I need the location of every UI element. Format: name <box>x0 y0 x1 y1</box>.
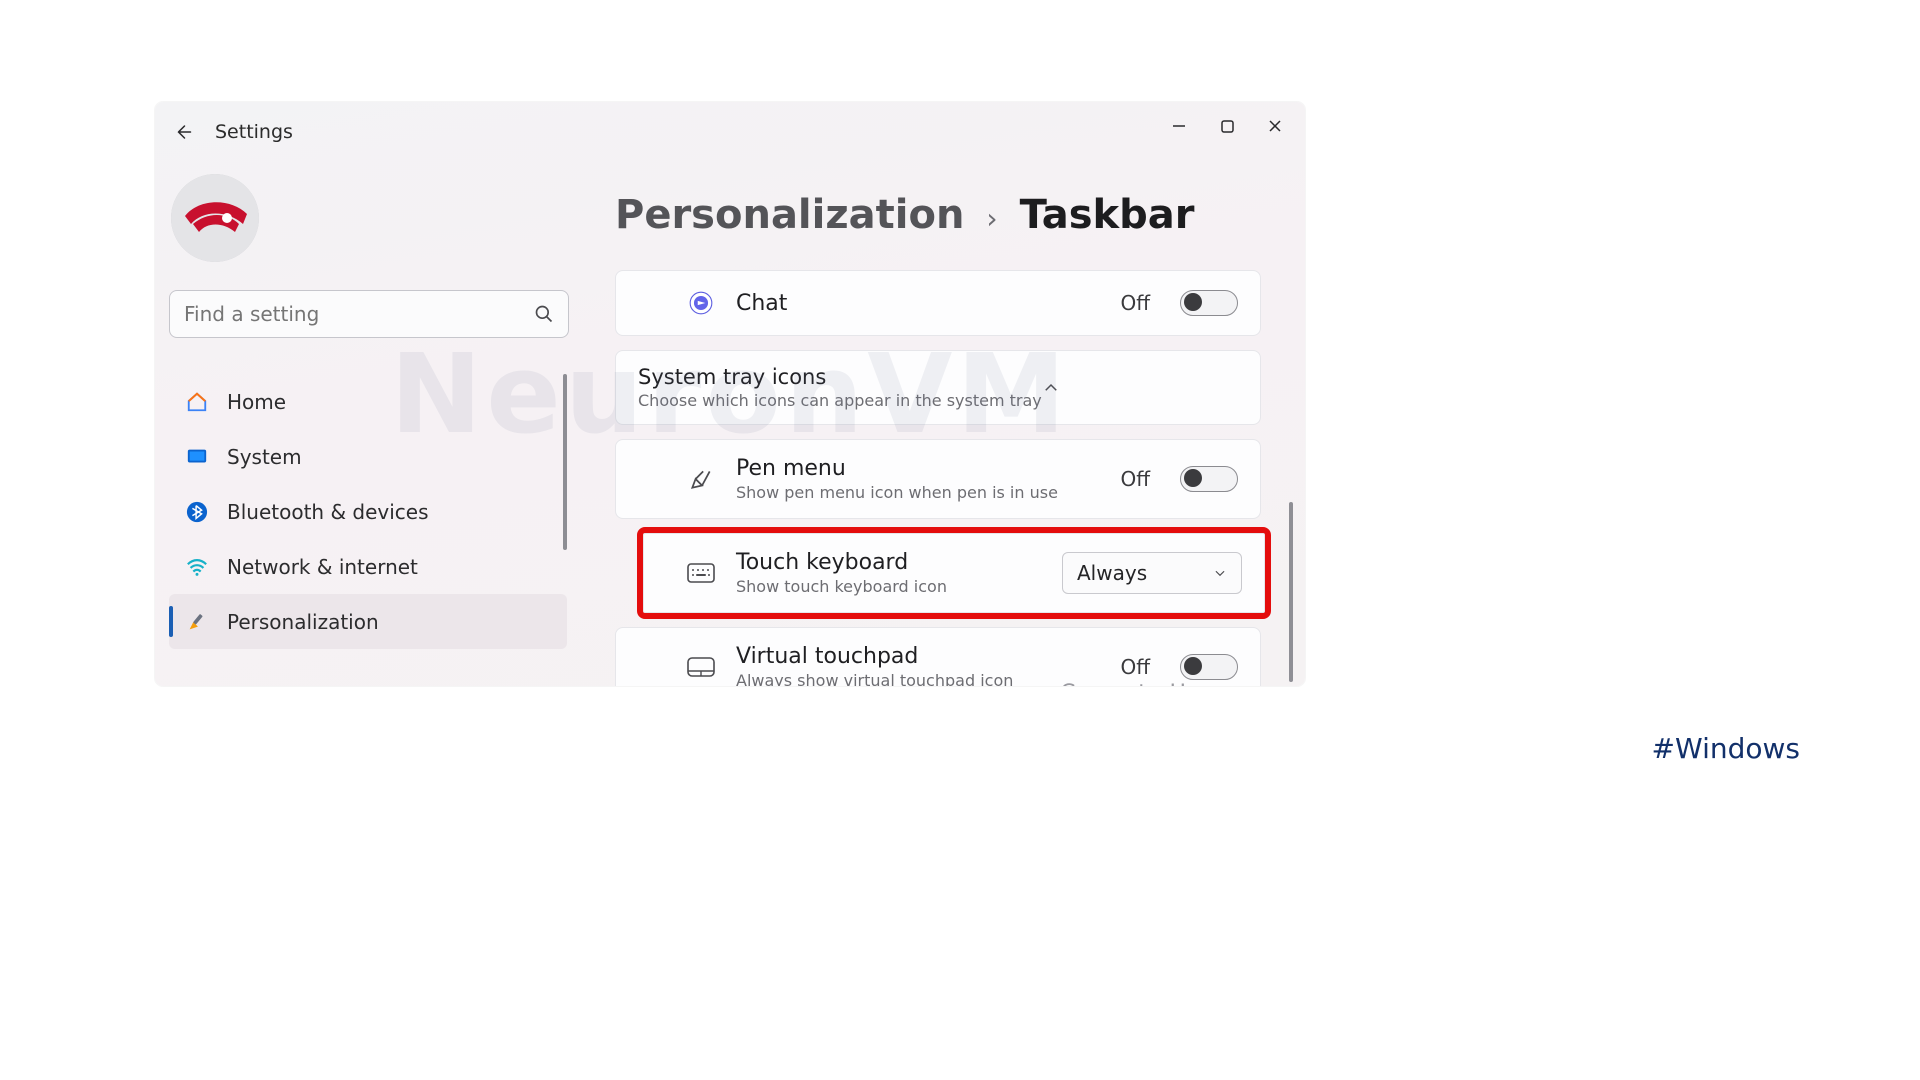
close-icon <box>1268 119 1282 133</box>
hashtag-label: #Windows <box>1652 732 1800 765</box>
sidebar-item-label: Personalization <box>227 610 379 634</box>
nav-scrollbar[interactable] <box>563 374 567 550</box>
titlebar: Settings <box>155 102 1305 162</box>
touchpad-icon <box>686 652 716 682</box>
touchpad-toggle[interactable] <box>1180 654 1238 680</box>
sidebar-item-label: System <box>227 445 302 469</box>
sidebar-item-personalization[interactable]: Personalization <box>169 594 567 649</box>
maximize-icon <box>1221 120 1234 133</box>
setting-row-virtual-touchpad: Virtual touchpad Always show virtual tou… <box>615 627 1261 686</box>
wifi-icon <box>185 555 209 579</box>
search-input-wrapper[interactable] <box>169 290 569 338</box>
sidebar-item-home[interactable]: Home <box>169 374 567 429</box>
sidebar-item-label: Bluetooth & devices <box>227 500 429 524</box>
sidebar: Home System Bluetooth & devices Network … <box>169 174 581 649</box>
maximize-button[interactable] <box>1203 108 1251 144</box>
setting-title: Virtual touchpad <box>736 644 1013 669</box>
nav: Home System Bluetooth & devices Network … <box>169 374 567 649</box>
back-button[interactable] <box>169 118 197 146</box>
search-input[interactable] <box>184 302 534 326</box>
arrow-left-icon <box>174 123 192 141</box>
sidebar-item-label: Home <box>227 390 286 414</box>
setting-title: Touch keyboard <box>736 550 947 575</box>
toggle-state-label: Off <box>1120 655 1150 679</box>
minimize-icon <box>1172 119 1186 133</box>
sidebar-item-label: Network & internet <box>227 555 418 579</box>
avatar-image <box>171 174 259 262</box>
chevron-up-icon <box>1042 379 1060 397</box>
keyboard-icon <box>686 558 716 588</box>
chevron-right-icon: › <box>986 202 997 235</box>
dropdown-value: Always <box>1077 561 1147 585</box>
close-button[interactable] <box>1251 108 1299 144</box>
minimize-button[interactable] <box>1155 108 1203 144</box>
bluetooth-icon <box>185 500 209 524</box>
breadcrumb-current: Taskbar <box>1020 192 1195 238</box>
main-content: Personalization › Taskbar Chat Off Syste… <box>615 192 1295 686</box>
section-system-tray[interactable]: System tray icons Choose which icons can… <box>615 350 1261 425</box>
main-scrollbar[interactable] <box>1289 502 1293 682</box>
avatar[interactable] <box>171 174 259 262</box>
pen-icon <box>686 464 716 494</box>
setting-row-chat: Chat Off <box>615 270 1261 336</box>
settings-window: NeuronVM Settings <box>155 102 1305 686</box>
paintbrush-icon <box>185 610 209 634</box>
home-icon <box>185 390 209 414</box>
window-title: Settings <box>215 121 293 143</box>
toggle-state-label: Off <box>1120 467 1150 491</box>
attribution: ComputerHope.com <box>1060 681 1281 686</box>
chat-icon <box>686 288 716 318</box>
pen-menu-toggle[interactable] <box>1180 466 1238 492</box>
setting-row-pen-menu: Pen menu Show pen menu icon when pen is … <box>615 439 1261 519</box>
breadcrumb: Personalization › Taskbar <box>615 192 1295 238</box>
breadcrumb-parent[interactable]: Personalization <box>615 192 964 238</box>
setting-desc: Show pen menu icon when pen is in use <box>736 483 1058 502</box>
touch-keyboard-dropdown[interactable]: Always <box>1062 552 1242 594</box>
setting-title: Chat <box>736 291 787 316</box>
section-title: System tray icons <box>638 365 1042 389</box>
setting-desc: Always show virtual touchpad icon <box>736 671 1013 686</box>
sidebar-item-bluetooth[interactable]: Bluetooth & devices <box>169 484 567 539</box>
section-desc: Choose which icons can appear in the sys… <box>638 391 1042 410</box>
chat-toggle[interactable] <box>1180 290 1238 316</box>
setting-desc: Show touch keyboard icon <box>736 577 947 596</box>
system-icon <box>185 445 209 469</box>
search-icon <box>534 304 554 324</box>
sidebar-item-network[interactable]: Network & internet <box>169 539 567 594</box>
chevron-down-icon <box>1213 566 1227 580</box>
window-controls <box>1155 108 1299 144</box>
setting-row-touch-keyboard: Touch keyboard Show touch keyboard icon … <box>643 533 1265 613</box>
toggle-state-label: Off <box>1120 291 1150 315</box>
sidebar-item-system[interactable]: System <box>169 429 567 484</box>
setting-title: Pen menu <box>736 456 1058 481</box>
